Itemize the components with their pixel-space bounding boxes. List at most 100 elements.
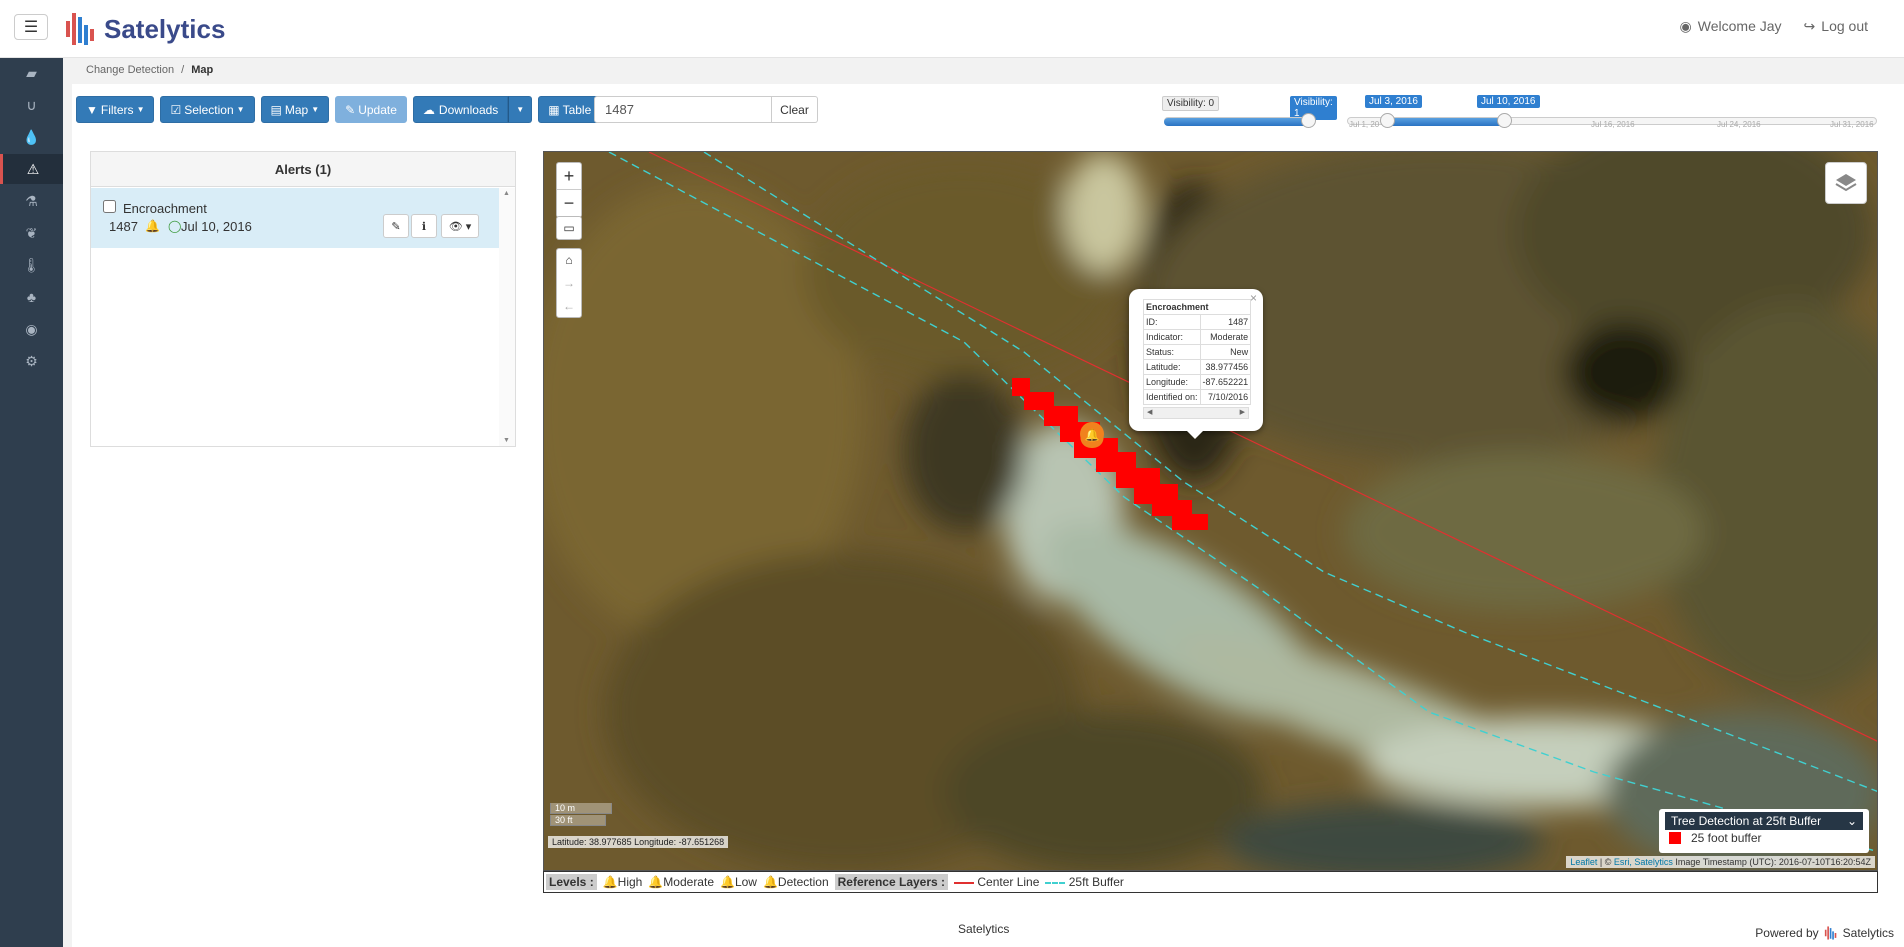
brand-name: Satelytics bbox=[104, 13, 226, 44]
filter-icon: ▼ bbox=[86, 102, 98, 117]
clear-button[interactable]: Clear bbox=[772, 96, 818, 123]
scale-bar-metric: 10 m bbox=[550, 803, 612, 814]
breadcrumb: Change Detection / Map bbox=[86, 64, 213, 76]
logout-icon: ↪ bbox=[1803, 18, 1816, 34]
logout-label: Log out bbox=[1821, 18, 1868, 34]
selection-button[interactable]: ☑ Selection ▼ bbox=[160, 96, 255, 123]
time-range-slider[interactable]: Jul 3, 2016 Jul 10, 2016 Jul 1, 20 Jul 1… bbox=[1347, 94, 1877, 134]
popup-key: Latitude: bbox=[1143, 359, 1201, 375]
popup-value: 38.977456 bbox=[1199, 359, 1252, 375]
alerts-panel: Alerts (1) Encroachment 1487 🔔 ◯ Jul 10,… bbox=[90, 151, 516, 447]
time-tick-label: Jul 24, 2016 bbox=[1717, 120, 1761, 129]
center-line-swatch bbox=[954, 881, 975, 884]
caret-down-icon: ▼ bbox=[136, 105, 145, 114]
map-view[interactable]: 🔔 + − ▭ ⌂ → ← × Encroachment ID: 1487 Ind… bbox=[543, 151, 1878, 871]
alert-warning-icon[interactable]: ⚠ bbox=[0, 154, 63, 184]
legend-dropdown[interactable]: Tree Detection at 25ft Buffer ⌄ bbox=[1665, 812, 1863, 830]
popup-key: Status: bbox=[1143, 344, 1201, 360]
bell-moderate-icon: 🔔 bbox=[145, 219, 160, 233]
edit-alert-button[interactable]: ✎ bbox=[383, 214, 409, 238]
alert-visibility-button[interactable]: 👁 ▾ bbox=[441, 214, 479, 238]
downloads-dropdown-toggle[interactable]: ▼ bbox=[508, 96, 533, 123]
scroll-up-icon[interactable]: ▲ bbox=[503, 190, 510, 197]
welcome-label: Welcome Jay bbox=[1697, 18, 1782, 34]
bell-detection-icon: 🔔 bbox=[762, 875, 778, 889]
alert-popup: × Encroachment ID: 1487 Indicator: Moderat… bbox=[1129, 289, 1263, 439]
home-icon[interactable]: ⌂ bbox=[565, 249, 572, 272]
alert-list-item[interactable]: Encroachment 1487 🔔 ◯ Jul 10, 2016 ✎ ℹ 👁… bbox=[91, 188, 499, 248]
tree-icon[interactable]: ♣ bbox=[0, 282, 63, 312]
flask-icon[interactable]: ⚗ bbox=[0, 186, 63, 216]
chevron-down-icon: ⌄ bbox=[1846, 814, 1857, 828]
esri-link[interactable]: Esri, Satelytics bbox=[1614, 857, 1673, 867]
alert-search-input[interactable] bbox=[594, 96, 772, 123]
zoom-control: + − bbox=[556, 162, 582, 218]
update-button[interactable]: ✎ Update bbox=[335, 96, 407, 123]
breadcrumb-current: Map bbox=[191, 64, 214, 76]
visibility-slider[interactable]: Visibility: 0 Visibility: 1 bbox=[1162, 94, 1337, 134]
logo[interactable]: Satelytics bbox=[64, 6, 225, 52]
center-line-label: Center Line bbox=[977, 875, 1040, 889]
popup-title: Encroachment bbox=[1142, 299, 1252, 315]
downloads-button[interactable]: ☁ Downloads bbox=[412, 96, 509, 123]
top-bar: ☰ Satelytics ◉ Welcome Jay ↪ Log out bbox=[0, 0, 1904, 58]
scale-bar-imperial: 30 ft bbox=[550, 815, 606, 826]
breadcrumb-parent[interactable]: Change Detection bbox=[86, 64, 174, 76]
alert-id: 1487 bbox=[109, 219, 138, 234]
satellite-imagery: 🔔 bbox=[544, 152, 1877, 870]
info-icon: ℹ bbox=[421, 220, 427, 233]
downloads-label: Downloads bbox=[438, 102, 499, 117]
measure-ruler-button[interactable]: ▭ bbox=[556, 216, 582, 240]
alert-checkbox[interactable] bbox=[103, 200, 116, 213]
alerts-scrollbar[interactable]: ▲ ▼ bbox=[499, 188, 515, 446]
time-end-label: Jul 10, 2016 bbox=[1477, 95, 1540, 108]
scroll-right-icon[interactable]: ▶ bbox=[1240, 408, 1245, 418]
leaflet-link[interactable]: Leaflet bbox=[1570, 857, 1597, 867]
zoom-out-button[interactable]: − bbox=[557, 190, 581, 217]
filters-button[interactable]: ▼ Filters ▼ bbox=[76, 96, 155, 123]
menu-toggle-button[interactable]: ☰ bbox=[14, 14, 48, 40]
buffer-line-swatch bbox=[1045, 881, 1066, 884]
folder-icon[interactable]: ▰ bbox=[0, 58, 63, 88]
welcome-user[interactable]: ◉ Welcome Jay bbox=[1680, 18, 1782, 35]
scroll-down-icon[interactable]: ▼ bbox=[503, 437, 510, 444]
map-button[interactable]: ▤ Map ▼ bbox=[260, 96, 330, 123]
toolbar: ▼ Filters ▼ ☑ Selection ▼ ▤ Map ▼ ✎ Update ☁ Dow… bbox=[76, 96, 631, 123]
scroll-left-icon[interactable]: ◀ bbox=[1147, 408, 1152, 418]
popup-key: ID: bbox=[1143, 314, 1201, 330]
layers-control-button[interactable] bbox=[1825, 162, 1867, 204]
alert-date: Jul 10, 2016 bbox=[181, 219, 252, 234]
logout-link[interactable]: ↪ Log out bbox=[1804, 18, 1868, 35]
alert-marker[interactable]: 🔔 bbox=[1080, 422, 1104, 448]
alert-info-button[interactable]: ℹ bbox=[411, 214, 437, 238]
forward-arrow-icon[interactable]: → bbox=[563, 272, 575, 295]
back-arrow-icon[interactable]: ← bbox=[563, 295, 575, 318]
footer-center-text: Satelytics bbox=[958, 922, 1010, 936]
zoom-in-button[interactable]: + bbox=[557, 163, 581, 190]
popup-horizontal-scrollbar[interactable]: ◀ ▶ bbox=[1143, 407, 1249, 419]
settings-cogs-icon[interactable]: ⚙ bbox=[0, 346, 63, 376]
time-start-handle[interactable] bbox=[1380, 113, 1395, 128]
cursor-coordinates: Latitude: 38.977685 Longitude: -87.65126… bbox=[548, 836, 729, 848]
drop-icon[interactable]: 💧 bbox=[0, 122, 63, 152]
filters-label: Filters bbox=[100, 102, 134, 117]
powered-by: Powered by Satelytics bbox=[1755, 924, 1894, 942]
leaf-icon[interactable]: ❦ bbox=[0, 218, 63, 248]
magnet-icon[interactable]: ∪ bbox=[0, 90, 63, 120]
user-circle-icon[interactable]: ◉ bbox=[0, 314, 63, 344]
ruler-icon: ▭ bbox=[563, 221, 575, 235]
powered-by-label: Powered by bbox=[1755, 926, 1819, 940]
level-high-label: High bbox=[617, 875, 643, 889]
visibility-handle[interactable] bbox=[1301, 113, 1316, 128]
close-icon[interactable]: × bbox=[1250, 291, 1257, 305]
time-range-fill bbox=[1387, 118, 1503, 126]
bell-low-icon: 🔔 bbox=[720, 875, 735, 889]
thermometer-icon[interactable]: 🌡 bbox=[0, 250, 63, 280]
bell-high-icon: 🔔 bbox=[602, 875, 618, 889]
map-legend: Tree Detection at 25ft Buffer ⌄ 25 foot b… bbox=[1659, 809, 1869, 853]
caret-down-icon: ▼ bbox=[236, 105, 245, 114]
time-end-handle[interactable] bbox=[1497, 113, 1512, 128]
caret-down-icon: ▼ bbox=[516, 105, 525, 114]
cloud-download-icon: ☁ bbox=[422, 102, 435, 117]
reference-layers-label: Reference Layers : bbox=[834, 874, 949, 890]
